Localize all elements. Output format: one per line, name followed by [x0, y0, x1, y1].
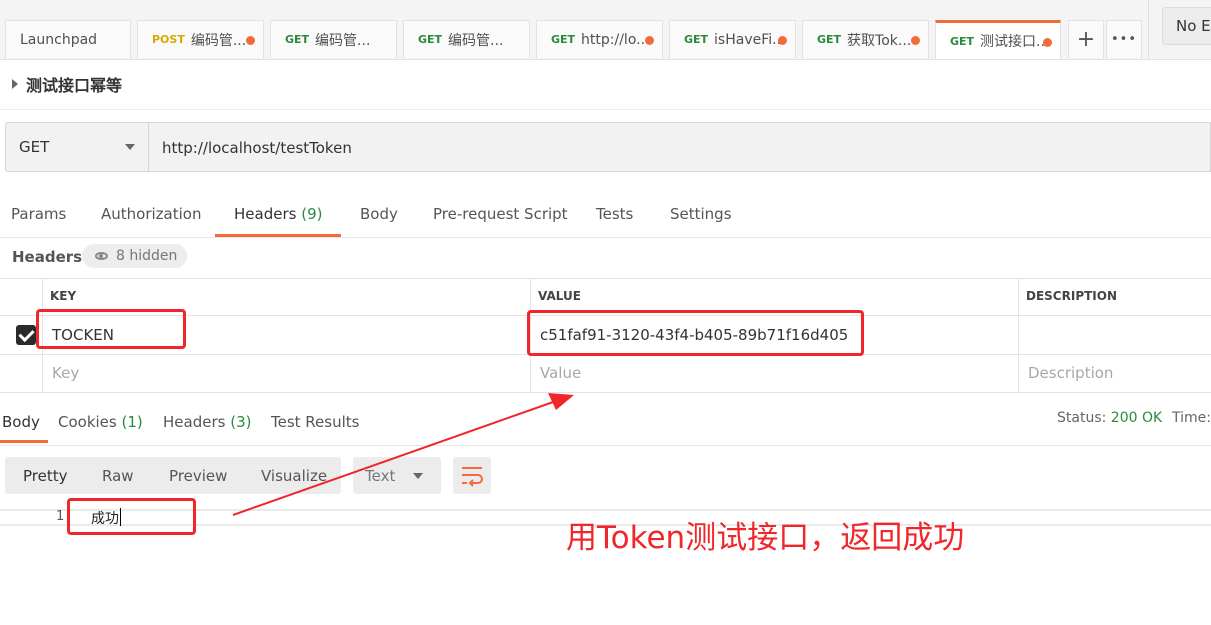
annotation-text: 用Token测试接口，返回成功: [566, 520, 965, 556]
